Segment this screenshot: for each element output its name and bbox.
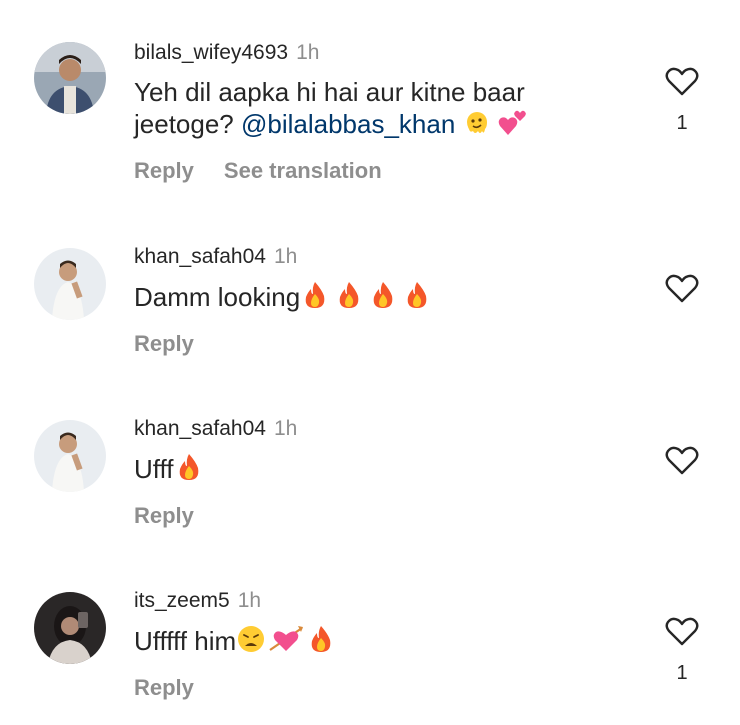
reply-button[interactable]: Reply bbox=[134, 503, 194, 528]
comment-text: Damm looking bbox=[134, 280, 614, 317]
avatar[interactable] bbox=[34, 248, 106, 320]
comment-text: Yeh dil aapka hi hai aur kitne baar jeet… bbox=[134, 76, 614, 144]
like-count: 1 bbox=[676, 662, 688, 684]
fire-emoji-icon bbox=[334, 280, 364, 317]
comment-time: 1h bbox=[273, 245, 298, 268]
comment-text: Ufffff him bbox=[134, 624, 614, 661]
comment-username[interactable]: khan_safah04 bbox=[134, 417, 266, 440]
like-count: 1 bbox=[676, 112, 688, 134]
avatar-image bbox=[34, 42, 106, 114]
heart-icon[interactable] bbox=[665, 66, 699, 96]
heart-icon[interactable] bbox=[665, 445, 699, 475]
avatar-image bbox=[34, 248, 106, 320]
comment-username[interactable]: bilals_wifey4693 bbox=[134, 41, 288, 64]
comment-text: Ufff bbox=[134, 452, 614, 489]
comment-time: 1h bbox=[237, 589, 262, 612]
heart-with-arrow-emoji-icon bbox=[268, 624, 304, 661]
comment-time: 1h bbox=[296, 41, 320, 64]
comment-time: 1h bbox=[273, 417, 298, 440]
fire-emoji-icon bbox=[306, 624, 336, 661]
melting-face-emoji-icon bbox=[463, 109, 491, 144]
reply-button[interactable]: Reply bbox=[134, 331, 194, 356]
fire-emoji-icon bbox=[402, 280, 432, 317]
fire-emoji-icon bbox=[368, 280, 398, 317]
reply-button[interactable]: Reply bbox=[134, 675, 194, 700]
see-translation-button[interactable]: See translation bbox=[224, 158, 382, 183]
heart-icon[interactable] bbox=[665, 273, 699, 303]
avatar[interactable] bbox=[34, 42, 106, 114]
avatar[interactable] bbox=[34, 420, 106, 492]
two-hearts-emoji-icon bbox=[498, 109, 528, 144]
fire-emoji-icon bbox=[174, 452, 204, 489]
avatar[interactable] bbox=[34, 592, 106, 664]
fire-emoji-icon bbox=[300, 280, 330, 317]
weary-face-emoji-icon bbox=[236, 624, 266, 661]
comment-username[interactable]: its_zeem5 bbox=[134, 589, 230, 612]
heart-icon[interactable] bbox=[665, 616, 699, 646]
avatar-image bbox=[34, 420, 106, 492]
avatar-image bbox=[34, 592, 106, 664]
comment-username[interactable]: khan_safah04 bbox=[134, 245, 266, 268]
reply-button[interactable]: Reply bbox=[134, 158, 194, 183]
mention-link[interactable]: @bilalabbas_khan bbox=[241, 109, 455, 139]
